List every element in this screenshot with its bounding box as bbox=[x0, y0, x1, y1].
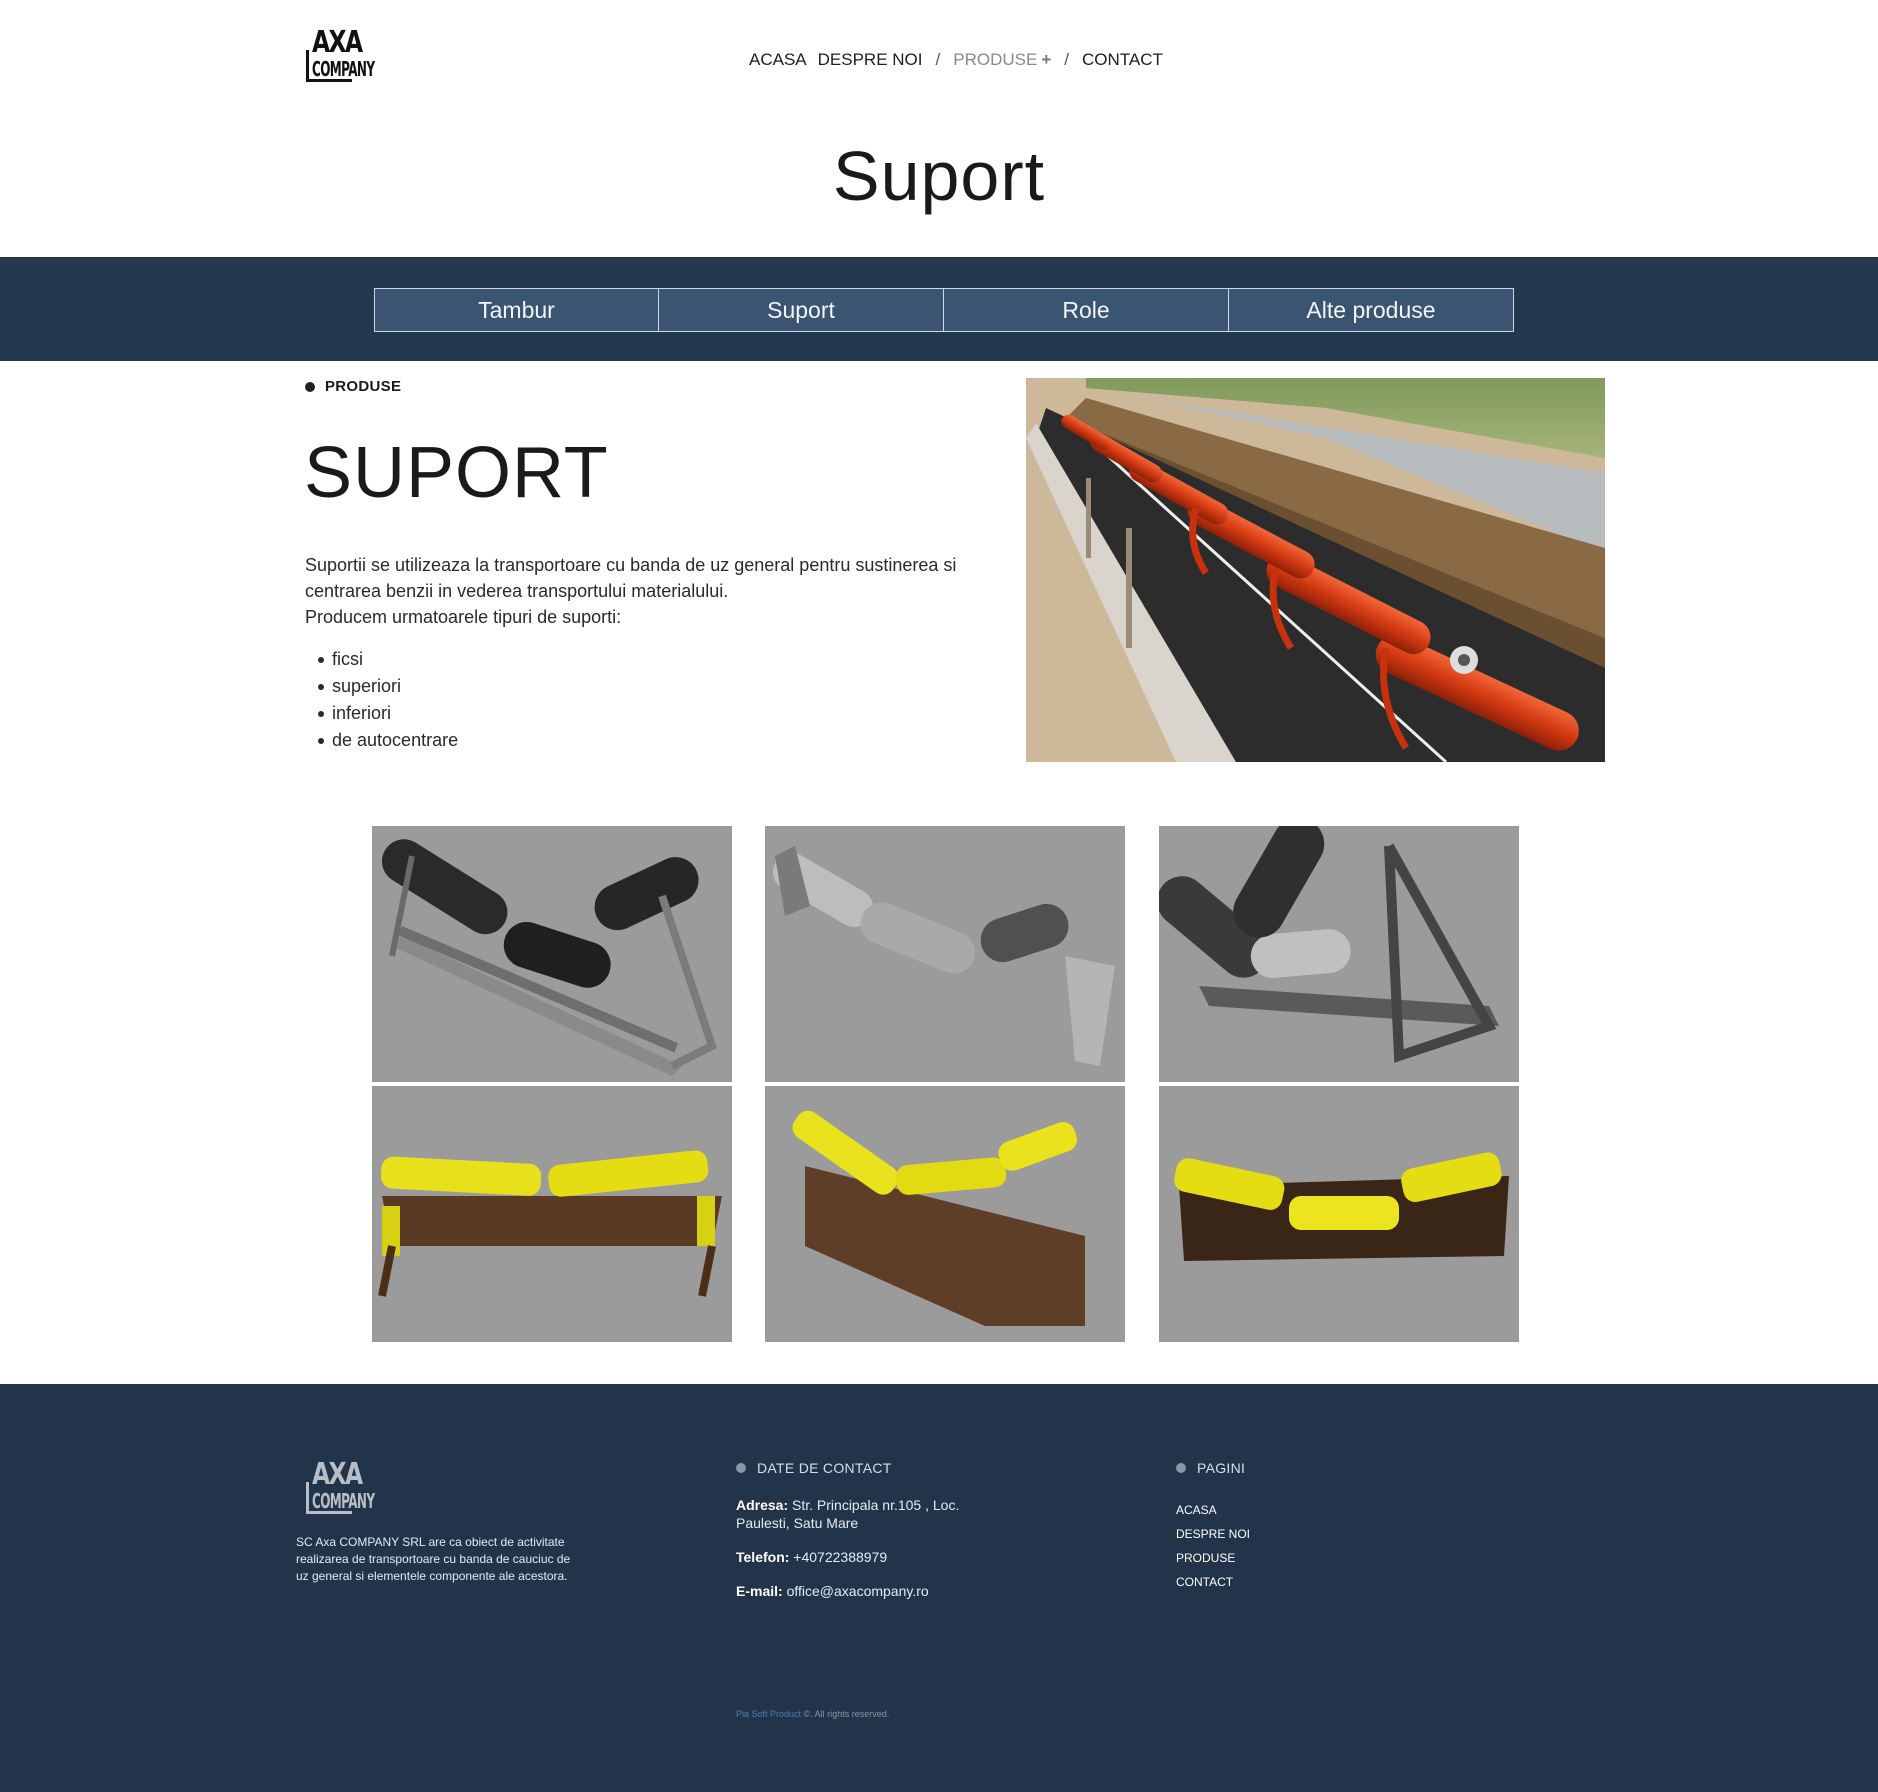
list-item: de autocentrare bbox=[317, 727, 458, 754]
idler-steel-illustration bbox=[765, 826, 1125, 1082]
tab-role[interactable]: Role bbox=[944, 288, 1229, 332]
plus-icon: + bbox=[1041, 50, 1052, 69]
idler-yellow-angle-illustration bbox=[765, 1086, 1125, 1342]
footer-link-acasa[interactable]: ACASA bbox=[1176, 1498, 1250, 1522]
description-text: Suportii se utilizeaza la transportoare … bbox=[305, 555, 957, 601]
bullet-dot-icon bbox=[305, 381, 315, 392]
bullet-dot-icon bbox=[736, 1463, 746, 1473]
logo-bar bbox=[306, 1482, 309, 1514]
gallery-image-4[interactable] bbox=[372, 1086, 732, 1342]
footer-logo-text-top: AXA bbox=[312, 1457, 363, 1492]
contact-details: Adresa: Str. Principala nr.105 , Loc. Pa… bbox=[736, 1496, 996, 1616]
email-value[interactable]: office@axacompany.ro bbox=[787, 1583, 929, 1599]
idler-yellow-illustration bbox=[372, 1086, 732, 1342]
footer-logo[interactable]: AXA COMPANY bbox=[306, 1460, 382, 1516]
pages-heading: PAGINI bbox=[1176, 1460, 1245, 1476]
nav-produse[interactable]: PRODUSE + bbox=[953, 50, 1051, 70]
phone: Telefon: +40722388979 bbox=[736, 1548, 996, 1566]
gallery-image-3[interactable] bbox=[1159, 826, 1519, 1082]
nav-separator: / bbox=[935, 50, 941, 69]
section-label-text: PRODUSE bbox=[325, 378, 402, 395]
email-label: E-mail: bbox=[736, 1583, 783, 1599]
conveyor-illustration bbox=[1026, 378, 1605, 762]
email: E-mail: office@axacompany.ro bbox=[736, 1582, 996, 1600]
company-logo[interactable]: AXA COMPANY bbox=[306, 28, 382, 84]
tab-alte-produse[interactable]: Alte produse bbox=[1229, 288, 1514, 332]
conveyor-photo bbox=[1026, 378, 1605, 762]
nav-acasa[interactable]: ACASA bbox=[749, 50, 807, 70]
idler-dark-illustration bbox=[372, 826, 732, 1082]
nav-contact[interactable]: CONTACT bbox=[1082, 50, 1163, 70]
tab-suport[interactable]: Suport bbox=[659, 288, 944, 332]
site-header: AXA COMPANY ACASA DESPRE NOI / PRODUSE + … bbox=[0, 0, 1878, 257]
gallery-image-5[interactable] bbox=[765, 1086, 1125, 1342]
copyright-text: ©. All rights reserved. bbox=[801, 1709, 890, 1719]
logo-bar bbox=[306, 50, 309, 82]
site-footer: AXA COMPANY SC Axa COMPANY SRL are ca ob… bbox=[0, 1384, 1878, 1792]
footer-about: SC Axa COMPANY SRL are ca obiect de acti… bbox=[296, 1535, 571, 1583]
product-tabs-band: Tambur Suport Role Alte produse bbox=[0, 257, 1878, 361]
phone-value[interactable]: +40722388979 bbox=[793, 1549, 887, 1565]
idler-v-illustration bbox=[1159, 826, 1519, 1082]
footer-links: ACASA DESPRE NOI PRODUSE CONTACT bbox=[1176, 1498, 1250, 1594]
gallery-image-2[interactable] bbox=[765, 826, 1125, 1082]
section-label: PRODUSE bbox=[305, 378, 401, 395]
nav-despre-noi[interactable]: DESPRE NOI bbox=[818, 50, 923, 70]
footer-link-despre-noi[interactable]: DESPRE NOI bbox=[1176, 1522, 1250, 1546]
logo-text-top: AXA bbox=[312, 25, 363, 60]
idler-yellow-wide-illustration bbox=[1159, 1086, 1519, 1342]
pages-heading-text: PAGINI bbox=[1197, 1460, 1246, 1476]
phone-label: Telefon: bbox=[736, 1549, 790, 1565]
page-title: Suport bbox=[832, 137, 1046, 215]
gallery-image-6[interactable] bbox=[1159, 1086, 1519, 1342]
footer-link-produse[interactable]: PRODUSE bbox=[1176, 1546, 1250, 1570]
copyright: Pia Soft Product ©. All rights reserved. bbox=[736, 1709, 889, 1719]
nav-separator: / bbox=[1064, 50, 1069, 69]
address-label: Adresa: bbox=[736, 1497, 789, 1513]
list-item: ficsi bbox=[317, 646, 458, 673]
product-tabs: Tambur Suport Role Alte produse bbox=[374, 288, 1514, 332]
nav-produse-label: PRODUSE bbox=[953, 50, 1038, 69]
product-heading: SUPORT bbox=[304, 433, 609, 513]
product-types-list: ficsi superiori inferiori de autocentrar… bbox=[317, 646, 458, 754]
list-item: superiori bbox=[317, 673, 458, 700]
contact-heading: DATE DE CONTACT bbox=[736, 1460, 892, 1476]
logo-text-bottom: COMPANY bbox=[312, 57, 375, 81]
tab-tambur[interactable]: Tambur bbox=[374, 288, 659, 332]
footer-logo-text-bottom: COMPANY bbox=[312, 1489, 375, 1513]
main-nav: ACASA DESPRE NOI / PRODUSE + / CONTACT bbox=[749, 48, 1174, 72]
list-item: inferiori bbox=[317, 700, 458, 727]
product-description: Suportii se utilizeaza la transportoare … bbox=[305, 552, 995, 630]
address: Adresa: Str. Principala nr.105 , Loc. Pa… bbox=[736, 1496, 996, 1532]
copyright-brand-link[interactable]: Pia Soft Product bbox=[736, 1709, 801, 1719]
description-subtext: Producem urmatoarele tipuri de suporti: bbox=[305, 607, 622, 627]
contact-heading-text: DATE DE CONTACT bbox=[757, 1460, 892, 1476]
bullet-dot-icon bbox=[1176, 1463, 1186, 1473]
gallery-image-1[interactable] bbox=[372, 826, 732, 1082]
footer-link-contact[interactable]: CONTACT bbox=[1176, 1570, 1250, 1594]
